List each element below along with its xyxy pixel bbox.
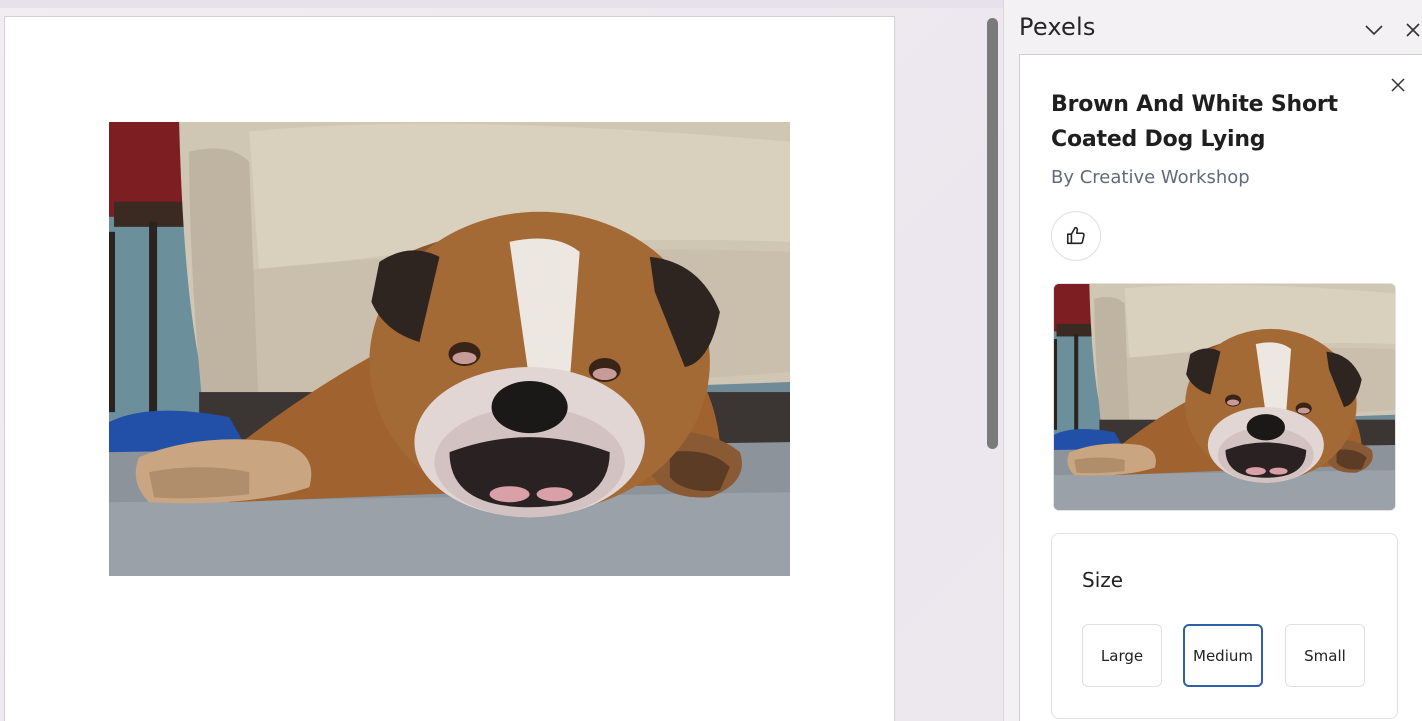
size-label: Size (1082, 568, 1124, 592)
pexels-pane: Pexels Brown And White Short Coated Dog … (1003, 0, 1422, 721)
document-scrollbar-thumb[interactable] (987, 18, 998, 449)
size-option-medium[interactable]: Medium (1183, 624, 1263, 687)
close-icon[interactable] (1404, 20, 1422, 40)
size-option-large[interactable]: Large (1082, 624, 1162, 687)
dog-photo-thumbnail (1054, 284, 1395, 510)
photo-detail-panel: Brown And White Short Coated Dog Lying B… (1019, 54, 1422, 721)
pane-title: Pexels (1019, 13, 1096, 41)
photo-preview[interactable] (1053, 283, 1396, 511)
document-page[interactable] (4, 16, 895, 721)
size-option-small[interactable]: Small (1285, 624, 1365, 687)
photo-title: Brown And White Short Coated Dog Lying (1051, 92, 1338, 152)
chevron-down-icon[interactable] (1364, 20, 1384, 40)
photo-author[interactable]: By Creative Workshop (1051, 167, 1250, 188)
app-window: Pexels Brown And White Short Coated Dog … (0, 0, 1422, 721)
like-button[interactable] (1051, 211, 1101, 261)
thumbs-up-icon (1066, 226, 1085, 245)
dog-photo-image (109, 122, 790, 576)
inserted-dog-image[interactable] (109, 122, 790, 576)
size-selector: Size Large Medium Small (1051, 533, 1398, 719)
